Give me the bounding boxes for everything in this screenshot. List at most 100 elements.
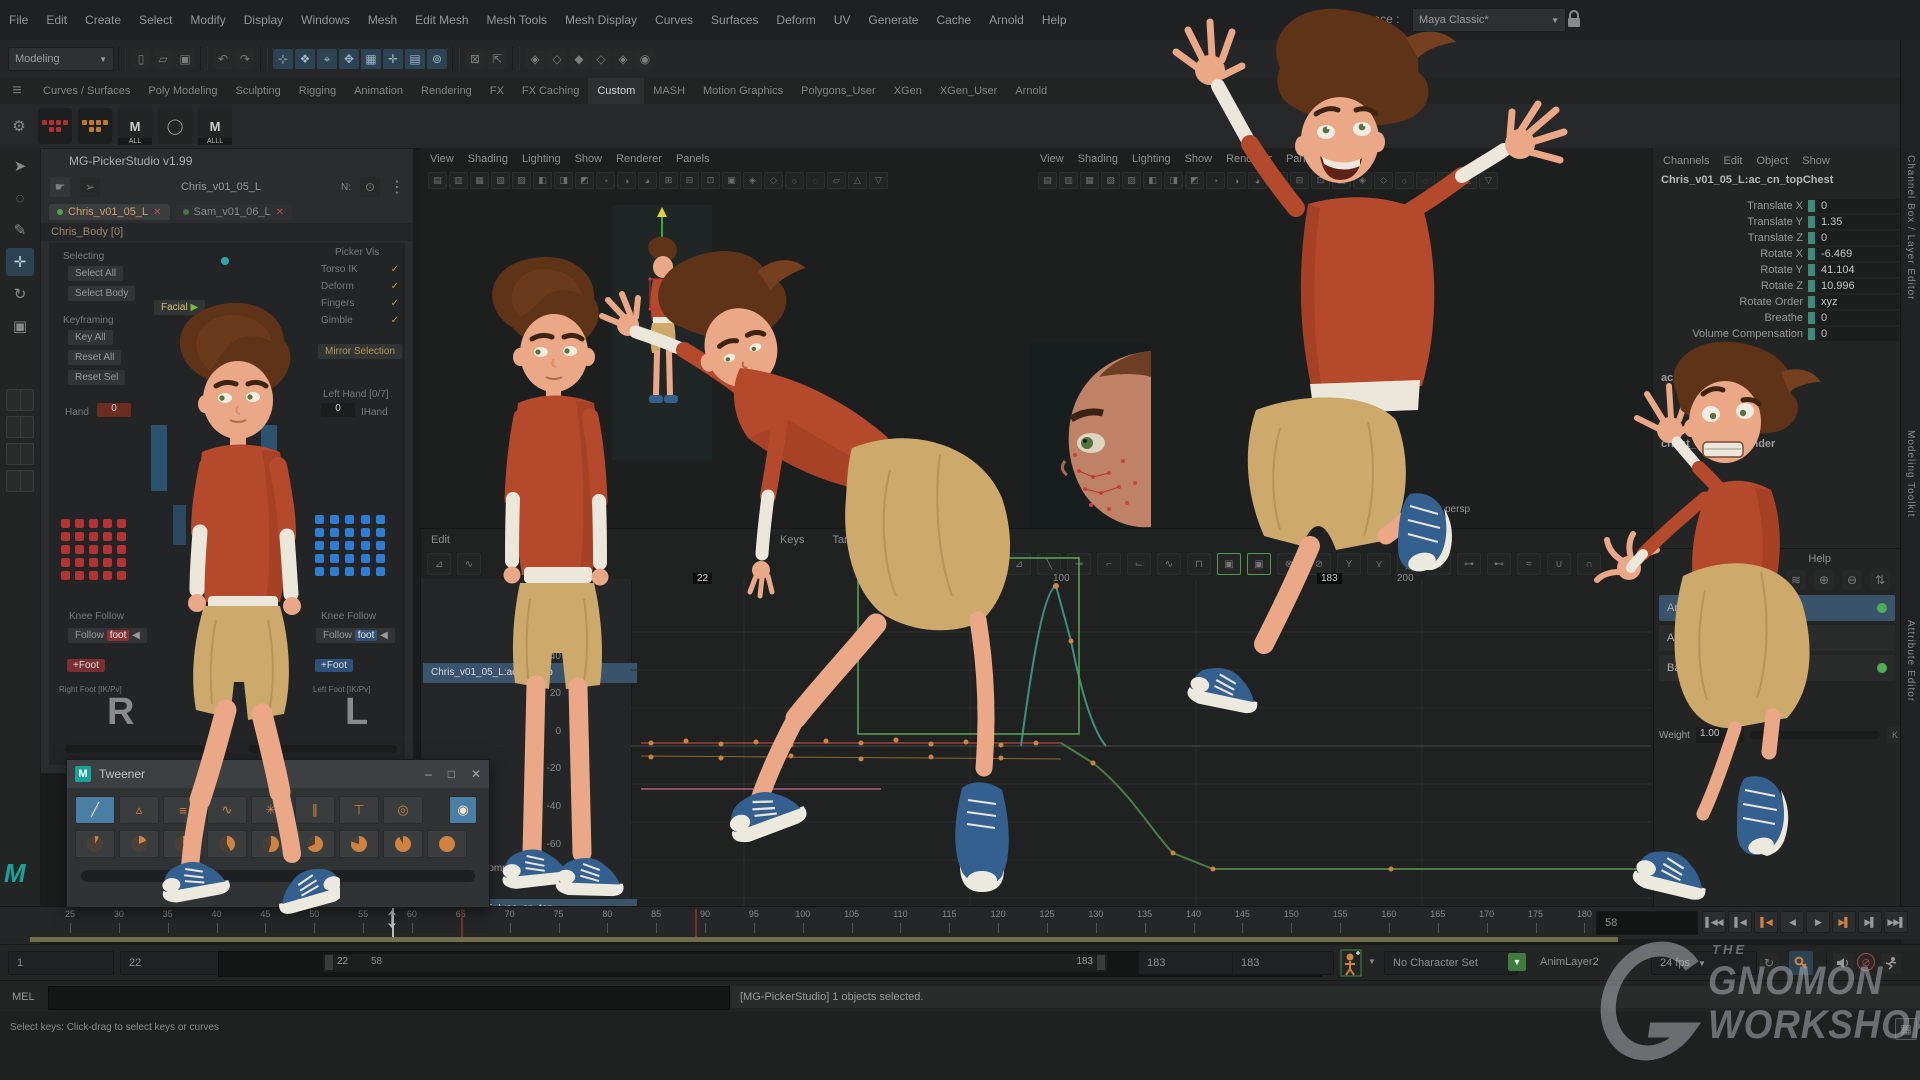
menu-set-selector[interactable]: Modeling ▼ xyxy=(8,47,114,71)
viewport-toolbar-icon[interactable]: ▦ xyxy=(1080,172,1099,189)
minimize-icon[interactable]: – xyxy=(425,767,432,781)
viewport-toolbar-icon[interactable]: ⊞ xyxy=(659,172,678,189)
playback-button[interactable]: ▶▶▌ xyxy=(1884,911,1908,933)
shelf-tab[interactable]: Polygons_User xyxy=(792,78,885,104)
divider[interactable] xyxy=(452,47,460,71)
menu-item[interactable]: Modify xyxy=(181,0,234,40)
undo-redo-icon[interactable]: ↷ xyxy=(235,49,255,69)
menu-item[interactable]: Cache xyxy=(927,0,980,40)
viewport-toolbar-icon[interactable]: ▱ xyxy=(827,172,846,189)
viewport-toolbar-icon[interactable]: ▥ xyxy=(1059,172,1078,189)
picker-shelf-item-orange[interactable] xyxy=(78,108,112,144)
tab-modeling-toolkit[interactable]: Modeling Toolkit xyxy=(1905,430,1916,518)
playback-button[interactable]: ▶▌ xyxy=(1858,911,1882,933)
picker-grid-left[interactable] xyxy=(61,519,127,580)
viewport-toolbar-icon[interactable]: ◑ xyxy=(617,172,636,189)
overflow-menu-icon[interactable]: ⋮ xyxy=(389,177,405,197)
viewport-toolbar-icon[interactable]: ◩ xyxy=(575,172,594,189)
channel-value-field[interactable]: 0 xyxy=(1817,231,1899,245)
reset-all-button[interactable]: Reset All xyxy=(67,349,122,366)
right-foot-r[interactable]: R xyxy=(107,691,134,734)
select-all-shelf-item[interactable]: M ALL xyxy=(118,108,152,144)
left-foot-l[interactable]: L xyxy=(345,691,368,734)
snap-icon[interactable]: ◉ xyxy=(635,49,655,69)
snap-icon[interactable]: ◈ xyxy=(525,49,545,69)
viewport-toolbar-icon[interactable]: ◈ xyxy=(743,172,762,189)
shelf-tab[interactable]: Rendering xyxy=(412,78,481,104)
close-icon[interactable]: ✕ xyxy=(276,207,284,218)
anim-start-field[interactable]: 1 xyxy=(8,951,114,975)
command-line-mode[interactable]: MEL xyxy=(12,991,35,1003)
viewport-toolbar-icon[interactable]: ⊟ xyxy=(680,172,699,189)
undo-redo-icon[interactable]: ↶ xyxy=(213,49,233,69)
viewport-menu-item[interactable]: Show xyxy=(575,153,603,165)
checkbox-checked-icon[interactable]: ✓ xyxy=(391,281,399,292)
tween-amount-button[interactable] xyxy=(339,830,379,858)
divider[interactable] xyxy=(200,47,208,71)
picker-tab-sam[interactable]: Sam_v01_06_L ✕ xyxy=(175,204,292,220)
menu-item[interactable]: Create xyxy=(76,0,130,40)
range-slider-bar[interactable]: 22 183 xyxy=(323,954,1107,972)
selection-mask-icon[interactable]: ⊹ xyxy=(273,49,293,69)
selection-mask-icon[interactable]: ▤ xyxy=(405,49,425,69)
channel-name[interactable]: Rotate Order xyxy=(1653,296,1808,308)
channel-value-field[interactable]: 41.104 xyxy=(1817,263,1899,277)
character-pose-walking[interactable] xyxy=(150,300,340,930)
shelf-tab[interactable]: FX Caching xyxy=(513,78,588,104)
channel-value-field[interactable]: 10.996 xyxy=(1817,279,1899,293)
tween-mode-button[interactable]: ◎ xyxy=(383,796,423,824)
layer-active-dot[interactable] xyxy=(1877,663,1887,673)
menu-item[interactable]: Mesh Tools xyxy=(478,0,556,40)
channel-box-object-name[interactable]: Chris_v01_05_L:ac_cn_topChest xyxy=(1653,174,1901,192)
channel-value-field[interactable]: 0 xyxy=(1817,199,1899,213)
tab-attribute-editor[interactable]: Attribute Editor xyxy=(1905,620,1916,702)
channel-name[interactable]: Breathe xyxy=(1653,312,1808,324)
tween-amount-button[interactable] xyxy=(75,830,115,858)
divider[interactable] xyxy=(118,47,126,71)
follow-foot-button-left[interactable]: Follow foot ◀ xyxy=(67,627,148,644)
channel-name[interactable]: Translate Y xyxy=(1653,216,1808,228)
select-body-button[interactable]: Select Body xyxy=(67,285,136,302)
selection-mask-icon[interactable]: ▦ xyxy=(361,49,381,69)
layer-icon[interactable]: ⊖ xyxy=(1842,570,1862,590)
shelf-tab[interactable]: Sculpting xyxy=(227,78,290,104)
tab-channel-box[interactable]: Channel Box / Layer Editor xyxy=(1905,155,1916,301)
channel-value-field[interactable]: -6.469 xyxy=(1817,247,1899,261)
viewport-toolbar-icon[interactable]: ⊡ xyxy=(701,172,720,189)
divider[interactable] xyxy=(260,47,268,71)
layer-icon[interactable]: ⇅ xyxy=(1870,570,1890,590)
tween-amount-button[interactable] xyxy=(427,830,467,858)
menu-item[interactable]: Edit Mesh xyxy=(406,0,477,40)
graph-menu-edit[interactable]: Edit xyxy=(431,534,450,546)
pick-hand-icon[interactable]: ☛ xyxy=(50,177,70,197)
viewport-toolbar-icon[interactable]: ▥ xyxy=(449,172,468,189)
viewport-menu-item[interactable]: Lighting xyxy=(522,153,561,165)
menu-item[interactable]: Display xyxy=(235,0,292,40)
anim-layer-icon[interactable]: ▼ xyxy=(1508,953,1526,971)
checkbox-checked-icon[interactable]: ✓ xyxy=(391,264,399,275)
tool-icon[interactable]: ↻ xyxy=(6,280,34,308)
menu-item[interactable]: Help xyxy=(1033,0,1076,40)
shelf-tab[interactable]: Rigging xyxy=(290,78,345,104)
foot-button-left[interactable]: +Foot xyxy=(67,659,105,672)
selection-lock-icon[interactable]: ⊠ xyxy=(465,49,485,69)
playback-end-field[interactable]: 183 xyxy=(1138,951,1240,975)
channel-value-field[interactable]: 1.35 xyxy=(1817,215,1899,229)
selection-lock-icon[interactable]: ⇱ xyxy=(487,49,507,69)
menu-item[interactable]: File xyxy=(0,0,37,40)
tool-icon[interactable]: ◌ xyxy=(6,184,34,212)
shelf-tab[interactable]: MASH xyxy=(644,78,694,104)
layer-active-dot[interactable] xyxy=(1877,603,1887,613)
range-handle-left[interactable] xyxy=(325,955,333,970)
layout-single-button[interactable] xyxy=(6,389,34,411)
channel-box-menu-item[interactable]: Channels xyxy=(1663,155,1709,167)
playback-start-field[interactable]: 22 xyxy=(120,951,226,975)
hand-value-field[interactable]: 0 xyxy=(97,403,131,417)
shelf-tab[interactable]: Motion Graphics xyxy=(694,78,792,104)
channel-name[interactable]: Translate Z xyxy=(1653,232,1808,244)
viewport-toolbar-icon[interactable]: ▤ xyxy=(1038,172,1057,189)
face-closeup-viewport[interactable] xyxy=(1029,343,1151,529)
file-operation-icon[interactable]: ▯ xyxy=(131,49,151,69)
channel-box-menu-item[interactable]: Edit xyxy=(1723,155,1742,167)
select-alll-shelf-item[interactable]: M ALLL xyxy=(198,108,232,144)
